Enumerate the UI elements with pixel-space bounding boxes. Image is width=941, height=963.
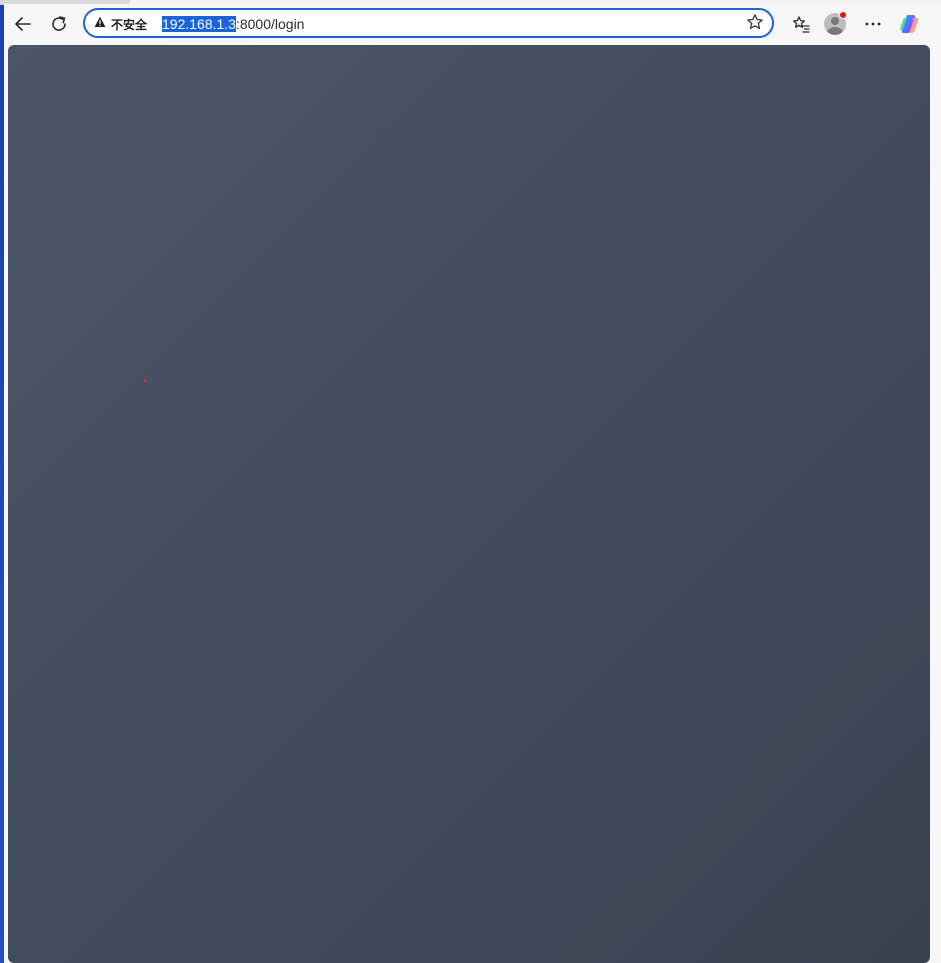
profile-button[interactable] — [822, 11, 848, 37]
security-label: 不安全 — [111, 17, 148, 32]
more-button[interactable] — [859, 10, 887, 38]
favorites-button[interactable] — [787, 10, 815, 38]
address-bar[interactable]: 不安全 192.168.1.3:8000/login — [83, 8, 774, 38]
copilot-button[interactable] — [896, 10, 924, 38]
copilot-icon — [898, 12, 922, 36]
refresh-icon — [49, 14, 69, 34]
add-favorite-button[interactable] — [744, 13, 766, 35]
favorites-icon — [791, 14, 811, 34]
notification-dot — [839, 11, 847, 19]
back-button[interactable] — [9, 10, 37, 38]
page-viewport[interactable] — [8, 45, 930, 963]
url-text[interactable]: 192.168.1.3:8000/login — [162, 15, 304, 33]
more-icon — [863, 14, 883, 34]
back-arrow-icon — [13, 14, 33, 34]
star-icon — [746, 13, 764, 36]
url-selected-host: 192.168.1.3 — [162, 16, 236, 32]
browser-window: 不安全 192.168.1.3:8000/login — [4, 4, 941, 963]
warning-icon — [94, 15, 106, 33]
url-path: :8000/login — [235, 16, 305, 32]
cursor-dot — [144, 379, 147, 382]
site-security-indicator[interactable]: 不安全 — [94, 16, 147, 32]
refresh-button[interactable] — [45, 10, 73, 38]
browser-toolbar: 不安全 192.168.1.3:8000/login — [4, 4, 941, 44]
